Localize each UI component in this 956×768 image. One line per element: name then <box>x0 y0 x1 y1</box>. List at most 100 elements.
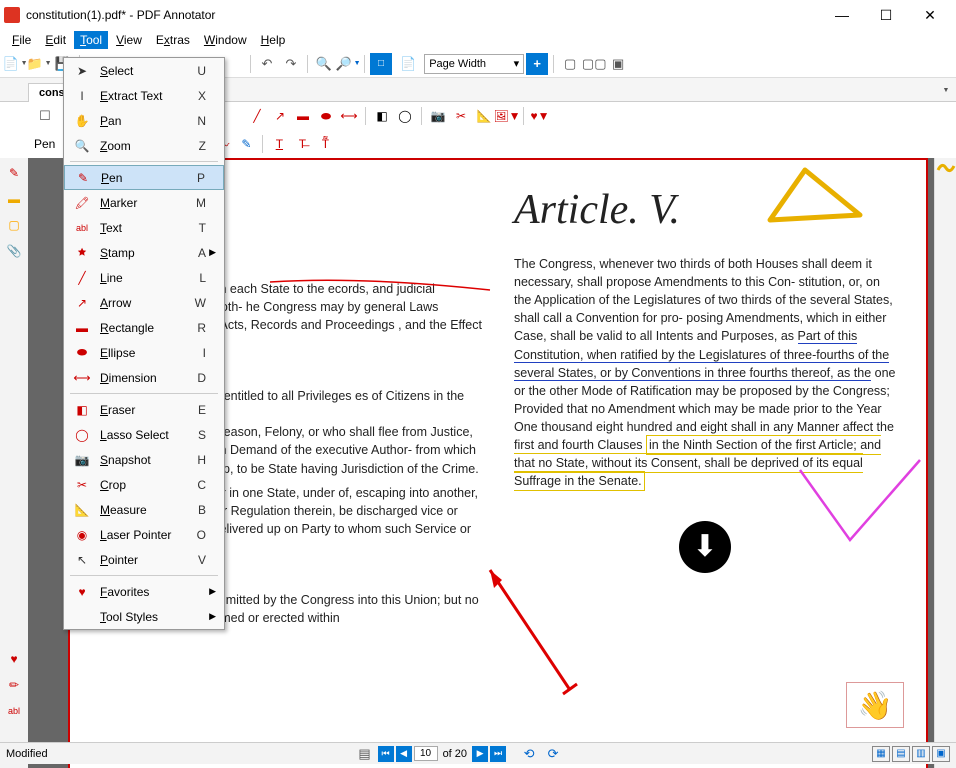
rect-tool[interactable]: ▬ <box>293 106 313 126</box>
ellipse-tool[interactable]: ⬬ <box>316 106 336 126</box>
menu-item-stamp[interactable]: 🟊StampA▶ <box>64 240 224 265</box>
menu-item-arrow[interactable]: ↗ArrowW <box>64 290 224 315</box>
zoom-mode[interactable]: 📄 <box>394 53 422 75</box>
lasso-tool[interactable]: ◯ <box>395 106 415 126</box>
two-page-button[interactable]: ▢▢ <box>583 53 605 75</box>
pages-icon[interactable]: ▤ <box>354 743 376 765</box>
last-page-button[interactable]: ⏭ <box>490 746 506 762</box>
line-tool[interactable]: ╱ <box>247 106 267 126</box>
dim-icon: ⟷ <box>72 371 92 385</box>
wavy-icon[interactable] <box>936 160 956 176</box>
page-of-label: of 20 <box>443 748 467 760</box>
left-sidebar: ✎ ▬ ▢ 📎 ♥ ✏ abl <box>0 158 28 768</box>
menu-window[interactable]: Window <box>198 31 253 49</box>
crop-icon: ✂ <box>72 478 92 492</box>
line-icon: ╱ <box>72 271 92 285</box>
view1-button[interactable]: ▦ <box>872 746 890 762</box>
menu-item-pen[interactable]: ✎PenP <box>64 165 224 190</box>
menu-extras[interactable]: Extras <box>150 31 196 49</box>
arrow-tool[interactable]: ↗ <box>270 106 290 126</box>
menu-item-crop[interactable]: ✂CropC <box>64 472 224 497</box>
menu-item-text[interactable]: ablTextT <box>64 215 224 240</box>
replace-button[interactable]: 🔎▼ <box>337 53 359 75</box>
menu-item-line[interactable]: ╱LineL <box>64 265 224 290</box>
text-squiggle[interactable]: T͌ <box>315 134 335 154</box>
tab-menu-button[interactable]: ▼ <box>934 79 956 101</box>
ellipse-icon: ⬬ <box>72 345 92 360</box>
fit-button[interactable]: □ <box>370 53 392 75</box>
text-underline[interactable]: T <box>269 134 289 154</box>
single-page-button[interactable]: ▢ <box>559 53 581 75</box>
menu-item-marker[interactable]: 🖍MarkerM <box>64 190 224 215</box>
next-page-button[interactable]: ▶ <box>472 746 488 762</box>
menu-item-pan[interactable]: ✋PanN <box>64 108 224 133</box>
menu-tool[interactable]: Tool <box>74 31 108 49</box>
crop-tool[interactable]: ✂ <box>451 106 471 126</box>
sb-highlight-icon[interactable]: ▬ <box>5 190 23 208</box>
close-button[interactable]: ✕ <box>908 0 952 30</box>
pen-icon: ✎ <box>73 171 93 185</box>
page-input[interactable] <box>414 746 438 761</box>
undo-button[interactable]: ↶ <box>256 53 278 75</box>
heart-icon: ♥ <box>72 585 92 599</box>
menu-item-pointer[interactable]: ↖PointerV <box>64 547 224 572</box>
hand-tool-button[interactable]: 👋 <box>846 682 904 728</box>
marker-icon: 🖍 <box>72 196 92 210</box>
favorites-button[interactable]: ♥▼ <box>530 106 550 126</box>
sb-pen-icon[interactable]: ✎ <box>5 164 23 182</box>
history-back-button[interactable]: ⟲ <box>518 743 540 765</box>
sb-pen2-icon[interactable]: ✏ <box>5 676 23 694</box>
image-tool[interactable]: 🖼▼ <box>497 106 517 126</box>
checkbox-tool[interactable]: ☐ <box>34 105 56 127</box>
menu-file[interactable]: File <box>6 31 37 49</box>
menu-item-snapshot[interactable]: 📷SnapshotH <box>64 447 224 472</box>
right-sidebar <box>934 158 956 768</box>
view2-button[interactable]: ▤ <box>892 746 910 762</box>
new-button[interactable]: 📄▼ <box>4 53 26 75</box>
first-page-button[interactable]: ⏮ <box>378 746 394 762</box>
menu-item-laser-pointer[interactable]: ◉Laser PointerO <box>64 522 224 547</box>
sb-note-icon[interactable]: ▢ <box>5 216 23 234</box>
menu-view[interactable]: View <box>110 31 148 49</box>
menu-item-lasso-select[interactable]: ◯Lasso SelectS <box>64 422 224 447</box>
open-button[interactable]: 📁▼ <box>28 53 50 75</box>
menu-item-select[interactable]: ➤SelectU <box>64 58 224 83</box>
menu-edit[interactable]: Edit <box>39 31 72 49</box>
menu-item-eraser[interactable]: ◧EraserE <box>64 397 224 422</box>
minimize-button[interactable]: — <box>820 0 864 30</box>
menu-item-measure[interactable]: 📐MeasureB <box>64 497 224 522</box>
maximize-button[interactable]: ☐ <box>864 0 908 30</box>
menu-item-tool-styles[interactable]: Tool Styles▶ <box>64 604 224 629</box>
titlebar: constitution(1).pdf* - PDF Annotator — ☐… <box>0 0 956 30</box>
expand-button[interactable]: + <box>526 53 548 75</box>
prev-page-button[interactable]: ◀ <box>396 746 412 762</box>
menu-item-ellipse[interactable]: ⬬EllipseI <box>64 340 224 365</box>
sb-attach-icon[interactable]: 📎 <box>5 242 23 260</box>
zoom-select[interactable]: Page Width▾ <box>424 54 524 74</box>
measure-tool[interactable]: 📐 <box>474 106 494 126</box>
hand-icon: ✋ <box>72 114 92 128</box>
text-strike[interactable]: T̶ <box>292 134 312 154</box>
dimension-tool[interactable]: ⟷ <box>339 106 359 126</box>
freehand-style[interactable]: ✎ <box>236 134 256 154</box>
menu-item-favorites[interactable]: ♥Favorites▶ <box>64 579 224 604</box>
menu-item-rectangle[interactable]: ▬RectangleR <box>64 315 224 340</box>
continuous-button[interactable]: ▣ <box>607 53 629 75</box>
redo-button[interactable]: ↷ <box>280 53 302 75</box>
text-icon: abl <box>72 223 92 233</box>
black-circle-arrow-icon: ⬇ <box>679 521 731 573</box>
sb-heart-icon[interactable]: ♥ <box>5 650 23 668</box>
history-fwd-button[interactable]: ⟳ <box>542 743 564 765</box>
view3-button[interactable]: ▥ <box>912 746 930 762</box>
menu-item-extract-text[interactable]: IExtract TextX <box>64 83 224 108</box>
arrow-icon: ↗ <box>72 296 92 310</box>
menubar: FileEditToolViewExtrasWindowHelp <box>0 30 956 50</box>
snapshot-tool[interactable]: 📷 <box>428 106 448 126</box>
sb-text-icon[interactable]: abl <box>5 702 23 720</box>
view4-button[interactable]: ▣ <box>932 746 950 762</box>
menu-item-dimension[interactable]: ⟷DimensionD <box>64 365 224 390</box>
menu-item-zoom[interactable]: 🔍ZoomZ <box>64 133 224 158</box>
find-button[interactable]: 🔍 <box>313 53 335 75</box>
menu-help[interactable]: Help <box>255 31 292 49</box>
eraser-tool[interactable]: ◧ <box>372 106 392 126</box>
